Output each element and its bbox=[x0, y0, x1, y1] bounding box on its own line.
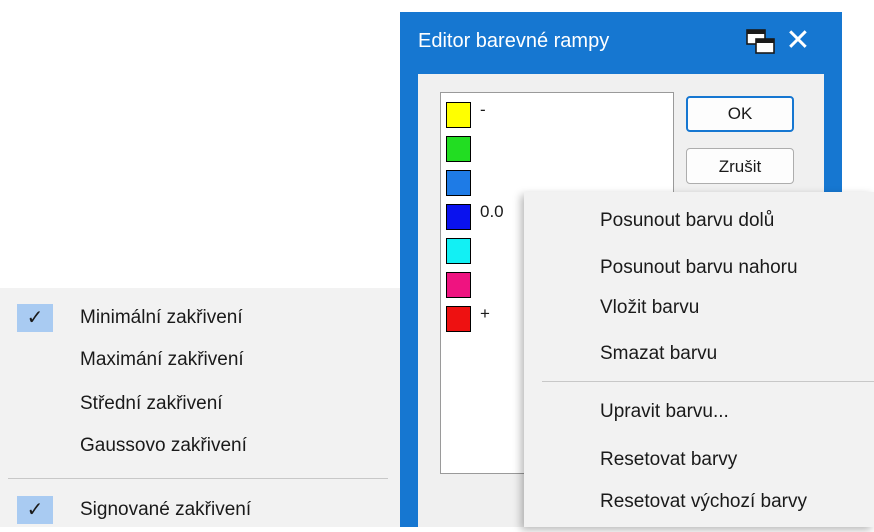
menu-item-edit-color[interactable]: Upravit barvu... bbox=[600, 400, 729, 424]
menu-item-gaussian-curvature[interactable]: Gaussovo zakřivení bbox=[0, 424, 400, 468]
color-stop-label: - bbox=[480, 100, 486, 119]
curvature-menu: ✓ Minimální zakřivení Maximání zakřivení… bbox=[0, 288, 400, 527]
color-swatch bbox=[446, 204, 471, 230]
menu-item-reset-default-colors[interactable]: Resetovat výchozí barvy bbox=[600, 490, 807, 514]
menu-separator bbox=[542, 381, 874, 382]
menu-item-signed-curvature[interactable]: ✓ Signované zakřivení bbox=[0, 488, 400, 532]
color-ramp-context-menu: Posunout barvu dolů Posunout barvu nahor… bbox=[524, 192, 874, 527]
color-swatch bbox=[446, 170, 471, 196]
color-swatch bbox=[446, 238, 471, 264]
dialog-title: Editor barevné rampy bbox=[418, 30, 610, 52]
menu-item-label: Gaussovo zakřivení bbox=[80, 435, 247, 456]
menu-item-insert-color[interactable]: Vložit barvu bbox=[600, 296, 699, 320]
menu-item-minimal-curvature[interactable]: ✓ Minimální zakřivení bbox=[0, 296, 400, 340]
menu-item-label: Střední zakřivení bbox=[80, 393, 223, 414]
ok-button[interactable]: OK bbox=[686, 96, 794, 132]
menu-item-label: Maximání zakřivení bbox=[80, 349, 244, 370]
menu-item-move-color-up[interactable]: Posunout barvu nahoru bbox=[600, 256, 798, 280]
menu-item-maximal-curvature[interactable]: Maximání zakřivení bbox=[0, 338, 400, 382]
menu-item-mean-curvature[interactable]: Střední zakřivení bbox=[0, 382, 400, 426]
color-swatch bbox=[446, 306, 471, 332]
color-stop-label: + bbox=[480, 304, 490, 323]
color-swatch bbox=[446, 272, 471, 298]
menu-item-label: Minimální zakřivení bbox=[80, 307, 243, 328]
menu-item-delete-color[interactable]: Smazat barvu bbox=[600, 342, 717, 366]
menu-item-reset-colors[interactable]: Resetovat barvy bbox=[600, 448, 737, 472]
checkmark-icon: ✓ bbox=[17, 496, 53, 524]
cancel-button[interactable]: Zrušit bbox=[686, 148, 794, 184]
close-icon[interactable]: ✕ bbox=[783, 26, 813, 56]
checkmark-icon: ✓ bbox=[17, 304, 53, 332]
menu-item-label: Signované zakřivení bbox=[80, 499, 252, 520]
menu-separator bbox=[8, 478, 388, 479]
restore-window-icon[interactable] bbox=[745, 28, 777, 56]
color-swatch bbox=[446, 136, 471, 162]
color-swatch bbox=[446, 102, 471, 128]
color-stop-label: 0.0 bbox=[480, 202, 504, 221]
menu-item-move-color-down[interactable]: Posunout barvu dolů bbox=[600, 209, 774, 233]
